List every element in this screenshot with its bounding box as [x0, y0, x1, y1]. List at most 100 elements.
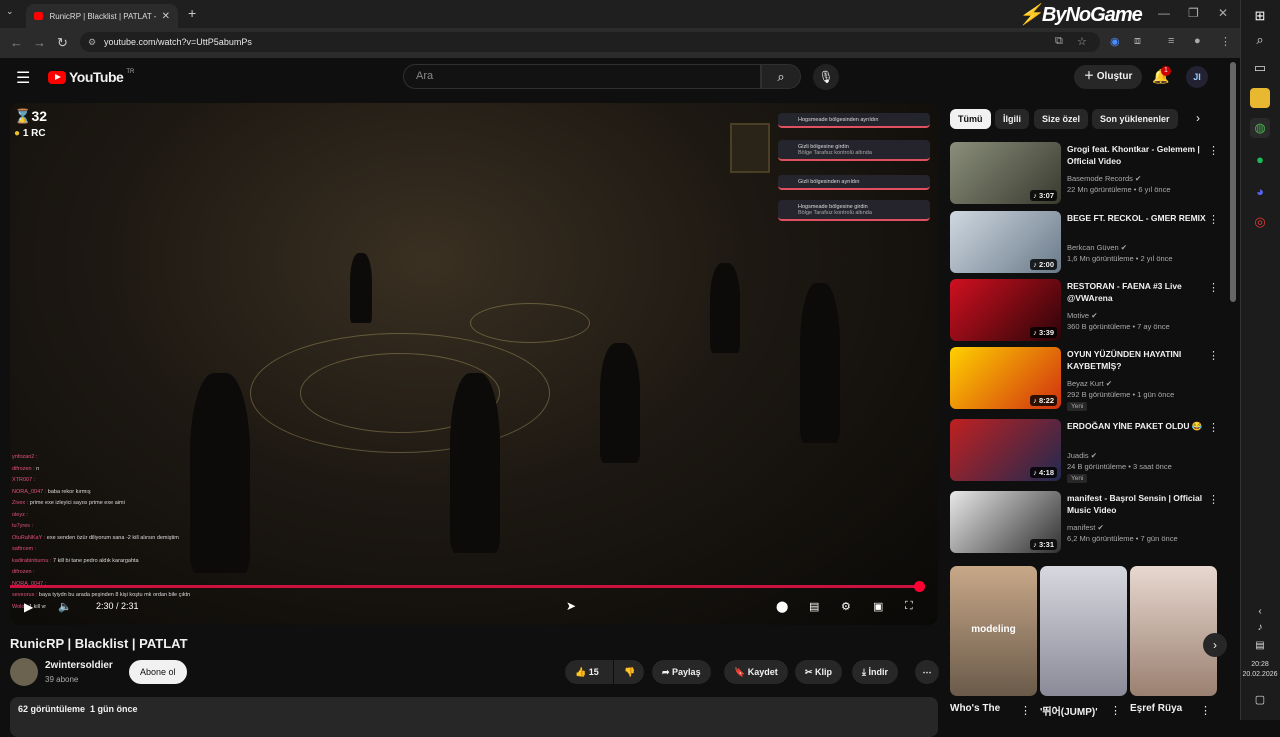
video-thumbnail[interactable]: ♪ 4:18	[950, 419, 1061, 481]
recommendation-channel[interactable]: Berkcan Güven ✔	[1067, 243, 1127, 252]
task-view-icon[interactable]: ▭	[1250, 58, 1270, 78]
recommendation-title[interactable]: ERDOĞAN YİNE PAKET OLDU 😂	[1067, 420, 1207, 432]
search-input[interactable]: Ara	[403, 64, 761, 89]
tab-list-chevron-icon[interactable]: ⌄	[6, 6, 14, 17]
install-app-icon[interactable]: ⧉	[1055, 35, 1063, 48]
browser-menu-icon[interactable]: ⋮	[1220, 35, 1231, 48]
browser-tab[interactable]: RunicRP | Blacklist | PATLAT - Yo ✕	[26, 4, 178, 28]
recommendation-item[interactable]: ♪ 3:31 manifest - Başrol Sensin | Officia…	[950, 491, 1232, 555]
spotify-icon[interactable]: ●	[1250, 150, 1270, 170]
recommendation-menu-icon[interactable]: ⋮	[1208, 493, 1219, 506]
close-tab-icon[interactable]: ✕	[162, 11, 170, 22]
like-button[interactable]: 👍 15	[565, 660, 613, 684]
recommendation-menu-icon[interactable]: ⋮	[1208, 281, 1219, 294]
chrome-icon[interactable]: ◍	[1250, 118, 1270, 138]
save-button[interactable]: 🔖 Kaydet	[724, 660, 788, 684]
recommendation-item[interactable]: ♪ 4:18 ERDOĞAN YİNE PAKET OLDU 😂 Juadis ✔ 2…	[950, 419, 1232, 483]
recommendation-menu-icon[interactable]: ⋮	[1208, 349, 1219, 362]
windows-start-icon[interactable]: ⊞	[1250, 6, 1270, 26]
video-thumbnail[interactable]: ♪ 8:22	[950, 347, 1061, 409]
account-avatar[interactable]: JI	[1186, 66, 1208, 88]
address-bar[interactable]: ⚙ youtube.com/watch?v=UttP5abumPs	[80, 32, 1100, 52]
recommendation-title[interactable]: BEGE FT. RECKOL - GMER REMIX	[1067, 212, 1207, 224]
recommendation-channel[interactable]: Juadis ✔	[1067, 451, 1097, 460]
bookmark-star-icon[interactable]: ☆	[1077, 35, 1087, 48]
recommendation-item[interactable]: ♪ 3:39 RESTORAN - FAENA #3 Live @VWArena M…	[950, 279, 1232, 343]
subtitles-icon[interactable]: ▤	[809, 600, 819, 613]
chip-for-you[interactable]: Size özel	[1034, 109, 1089, 129]
search-icon[interactable]: ⌕	[1250, 30, 1270, 50]
reload-icon[interactable]: ↻	[57, 35, 68, 51]
chip-all[interactable]: Tümü	[950, 109, 991, 129]
short-menu-icon[interactable]: ⋮	[1200, 704, 1211, 717]
extension-audio-icon[interactable]: ◉	[1110, 35, 1120, 48]
channel-avatar[interactable]	[10, 658, 38, 686]
recommendation-title[interactable]: manifest - Başrol Sensin | Official Musi…	[1067, 492, 1207, 516]
chevron-right-icon[interactable]: ›	[1196, 111, 1200, 125]
recommendation-title[interactable]: Grogi feat. Khontkar - Gelemem | Officia…	[1067, 143, 1207, 167]
recommendation-item[interactable]: ♪ 3:07 Grogi feat. Khontkar - Gelemem | O…	[950, 142, 1232, 206]
progress-scrubber[interactable]	[913, 581, 925, 592]
dislike-button[interactable]: 👎	[614, 660, 644, 684]
chip-related[interactable]: İlgili	[995, 109, 1029, 129]
subscribe-button[interactable]: Abone ol	[129, 660, 187, 684]
video-progress-bar[interactable]	[10, 581, 925, 592]
video-thumbnail[interactable]: ♪ 2:00	[950, 211, 1061, 273]
recommendation-item[interactable]: ♪ 2:00 BEGE FT. RECKOL - GMER REMIX Berkca…	[950, 211, 1232, 275]
short-title[interactable]: Who's The	[950, 703, 1000, 714]
description-box[interactable]: 62 görüntüleme 1 gün önce	[10, 697, 938, 737]
app-red-icon[interactable]: ◎	[1250, 212, 1270, 232]
short-title[interactable]: Eşref Rüya	[1130, 703, 1182, 714]
play-icon[interactable]: ▶	[24, 600, 33, 614]
download-button[interactable]: ⤓ İndir	[852, 660, 898, 684]
recommendation-menu-icon[interactable]: ⋮	[1208, 421, 1219, 434]
volume-icon[interactable]: 🔈	[58, 600, 72, 613]
recommendation-channel[interactable]: Beyaz Kurt ✔	[1067, 379, 1112, 388]
video-thumbnail[interactable]: ♪ 3:39	[950, 279, 1061, 341]
recommendation-title[interactable]: RESTORAN - FAENA #3 Live @VWArena	[1067, 280, 1207, 304]
fullscreen-icon[interactable]: ⛶	[905, 600, 913, 613]
media-controls-icon[interactable]: ≡	[1168, 35, 1174, 47]
extensions-puzzle-icon[interactable]: ⧈	[1134, 35, 1141, 48]
discord-icon[interactable]: ◕	[1250, 182, 1270, 202]
more-actions-icon[interactable]: ⋯	[915, 660, 939, 684]
recommendation-menu-icon[interactable]: ⋮	[1208, 144, 1219, 157]
video-thumbnail[interactable]: ♪ 3:31	[950, 491, 1061, 553]
file-explorer-icon[interactable]	[1250, 88, 1270, 108]
recommendation-title[interactable]: OYUN YÜZÜNDEN HAYATINI KAYBETMİŞ?	[1067, 348, 1207, 372]
miniplayer-icon[interactable]: ▣	[873, 600, 883, 613]
menu-hamburger-icon[interactable]: ☰	[16, 68, 30, 88]
taskbar-clock[interactable]: 20:28 20.02.2026	[1240, 660, 1280, 680]
forward-arrow-icon[interactable]: →	[33, 35, 46, 50]
back-arrow-icon[interactable]: ←	[10, 35, 23, 50]
recommendation-menu-icon[interactable]: ⋮	[1208, 213, 1219, 226]
recommendation-channel[interactable]: Basemode Records ✔	[1067, 174, 1141, 183]
tray-sound-icon[interactable]: ♪	[1250, 618, 1270, 638]
clip-button[interactable]: ✂ Klip	[795, 660, 843, 684]
tray-network-icon[interactable]: ▤	[1250, 636, 1270, 656]
short-menu-icon[interactable]: ⋮	[1110, 704, 1121, 717]
restore-window-icon[interactable]: ❐	[1188, 6, 1199, 20]
short-thumbnail[interactable]	[1040, 566, 1127, 696]
autoplay-toggle-icon[interactable]: ⬤	[776, 600, 788, 613]
search-button[interactable]: ⌕	[761, 64, 801, 89]
minimize-window-icon[interactable]: —	[1158, 6, 1170, 20]
create-button[interactable]: ＋ Oluştur	[1074, 65, 1143, 89]
close-window-icon[interactable]: ✕	[1218, 6, 1228, 20]
video-thumbnail[interactable]: ♪ 3:07	[950, 142, 1061, 204]
notification-center-icon[interactable]: ▢	[1250, 690, 1270, 710]
site-info-icon[interactable]: ⚙	[88, 32, 96, 52]
short-menu-icon[interactable]: ⋮	[1020, 704, 1031, 717]
share-button[interactable]: ➦ Paylaş	[652, 660, 711, 684]
settings-gear-icon[interactable]: ⚙	[841, 600, 851, 613]
short-thumbnail[interactable]: modeling	[950, 566, 1037, 696]
voice-search-mic-icon[interactable]: 🎙	[813, 64, 839, 90]
channel-name[interactable]: 2wintersoldier	[45, 660, 113, 671]
recommendation-item[interactable]: ♪ 8:22 OYUN YÜZÜNDEN HAYATINI KAYBETMİŞ? B…	[950, 347, 1232, 411]
profile-icon[interactable]: ●	[1194, 35, 1201, 47]
recommendation-channel[interactable]: Motive ✔	[1067, 311, 1097, 320]
short-thumbnail[interactable]	[1130, 566, 1217, 696]
short-title[interactable]: '뛰어(JUMP)'	[1040, 703, 1098, 718]
youtube-logo[interactable]: YouTube TR	[48, 69, 134, 85]
new-tab-plus-icon[interactable]: +	[188, 5, 196, 21]
